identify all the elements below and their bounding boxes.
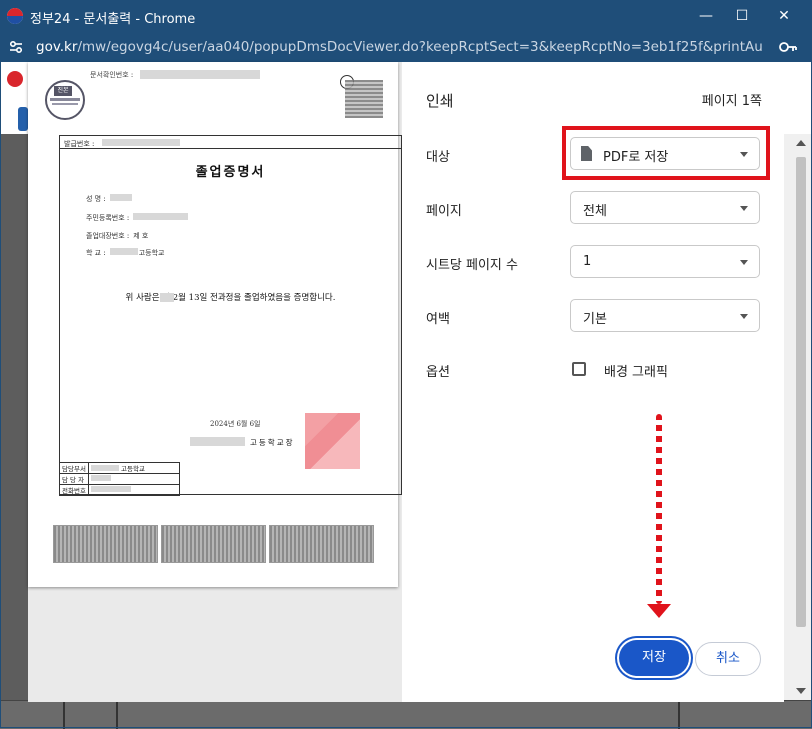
redacted-block [90,465,119,471]
site-settings-icon[interactable] [8,39,24,55]
scroll-thumb[interactable] [796,157,806,627]
chevron-down-icon [740,314,748,319]
field-value: 고등학교 [138,249,165,257]
field-label: 성 명 : [86,195,106,203]
key-icon[interactable] [778,38,798,56]
certificate-frame: 발급번호 : 졸업증명서 성 명 : 주민등록번호 : 졸업대장번호 :제 호 [59,135,402,495]
redacted-block [269,525,374,563]
redacted-block [90,475,111,481]
field-ledger-no: 졸업대장번호 :제 호 [86,231,148,241]
scroll-up-icon[interactable] [796,140,806,146]
print-title: 인쇄 [426,92,454,110]
margins-value: 기본 [583,312,607,327]
redacted-block [161,525,266,563]
redacted-block [109,194,132,201]
print-preview: 진본 문서확인번호 : 발급번호 : 졸업증명서 성 명 : 주민등록번호: … [28,62,402,702]
page-scrollbar[interactable] [784,134,812,700]
field-school: 학 교 : 고등학교 [86,248,164,258]
background-logo-icon [7,71,23,87]
highlight-box [562,126,770,180]
seal-text: 진본 [54,86,72,96]
redacted-block [160,293,174,302]
field-label: 학 교 : [86,249,106,257]
redacted-block [140,70,260,79]
table-cell: 담 당 자 [59,473,89,485]
background-footer [0,700,812,729]
margins-label: 여백 [426,312,450,327]
background-graphics-label[interactable]: 배경 그래픽 [604,361,668,380]
principal-signature: 고등학교장 [250,438,295,447]
url-path: /mw/egovg4c/user/aa040/popupDmsDocViewer… [77,39,762,55]
destination-label: 대상 [426,150,450,165]
pages-label: 페이지 [426,204,462,219]
qr-code [345,80,383,118]
preview-page: 진본 문서확인번호 : 발급번호 : 졸업증명서 성 명 : 주민등록번호: … [28,62,402,587]
minimize-button[interactable]: — [688,5,724,27]
field-name: 성 명 : [86,194,132,204]
official-stamp [305,413,360,469]
pages-value: 전체 [583,204,607,219]
gov-logo-icon [7,8,23,24]
window-title: 정부24 - 문서출력 - Chrome [30,12,196,27]
chrome-window: 정부24 - 문서출력 - Chrome — ☐ ✕ gov.kr/mw/ego… [0,0,812,729]
redacted-block [133,213,189,220]
divider [116,701,118,729]
seal-line [50,98,80,101]
chevron-down-icon [740,260,748,265]
table-cell [87,484,180,496]
redacted-block [109,248,138,255]
table-row: 전화번호 [59,484,180,496]
print-dialog: 진본 문서확인번호 : 발급번호 : 졸업증명서 성 명 : 주민등록번호: … [28,62,784,702]
redacted-block [102,139,180,146]
divider [60,148,401,149]
background-graphics-checkbox[interactable] [572,362,586,376]
table-cell: 고등학교 [87,462,180,474]
margins-select[interactable]: 기본 [570,299,760,332]
table-row: 담당부서 고등학교 [59,462,180,474]
preview-footer-blocks [53,525,374,563]
page-count: 페이지 1쪽 [701,94,762,109]
url-text[interactable]: gov.kr/mw/egovg4c/user/aa040/popupDmsDoc… [36,39,762,55]
close-button[interactable]: ✕ [766,5,802,27]
field-label: 졸업대장번호 : [86,232,130,240]
divider [63,701,65,729]
maximize-button[interactable]: ☐ [724,5,760,27]
field-label: 주민등록번호 : [86,214,130,222]
arrow-annotation [656,414,662,604]
scroll-down-icon[interactable] [796,688,806,694]
cancel-button[interactable]: 취소 [695,642,761,676]
options-label: 옵션 [426,365,450,380]
doc-confirm-label: 문서확인번호 : [90,71,134,79]
divider [678,701,680,729]
background-button [18,107,28,131]
table-row: 담 당 자 [59,473,180,485]
address-bar: gov.kr/mw/egovg4c/user/aa040/popupDmsDoc… [0,32,812,62]
certificate-title: 졸업증명서 [195,165,266,180]
certificate-statement: 위 사람은 년 2월 13일 전과정을 졸업하였음을 증명합니다. [125,293,336,303]
save-button[interactable]: 저장 [619,640,689,676]
field-value: 제 호 [133,232,149,240]
field-resident-no: 주민등록번호 : [86,213,189,223]
seal-line [52,103,78,105]
pages-per-sheet-label: 시트당 페이지 수 [426,258,518,273]
redacted-block [90,486,131,492]
redacted-block [53,525,158,563]
pages-per-sheet-select[interactable]: 1 [570,245,760,278]
print-settings-panel: 인쇄 페이지 1쪽 대상 PDF로 저장 페이지 전체 시트당 페이지 수 1 … [402,62,784,702]
arrow-down-icon [647,604,671,618]
title-bar: 정부24 - 문서출력 - Chrome — ☐ ✕ [0,0,812,32]
table-cell-value: 고등학교 [121,465,145,473]
url-host: gov.kr [36,39,78,55]
authentic-seal: 진본 [45,80,85,120]
issue-date: 2024년 6월 6일 [210,420,261,428]
table-cell [87,473,180,485]
table-cell: 전화번호 [59,484,89,496]
pages-per-sheet-value: 1 [583,254,592,269]
chevron-down-icon [740,206,748,211]
contact-table: 담당부서 고등학교 담 당 자 전화번호 [59,462,180,496]
redacted-block [190,437,245,446]
table-cell: 담당부서 [59,462,89,474]
pages-select[interactable]: 전체 [570,191,760,224]
